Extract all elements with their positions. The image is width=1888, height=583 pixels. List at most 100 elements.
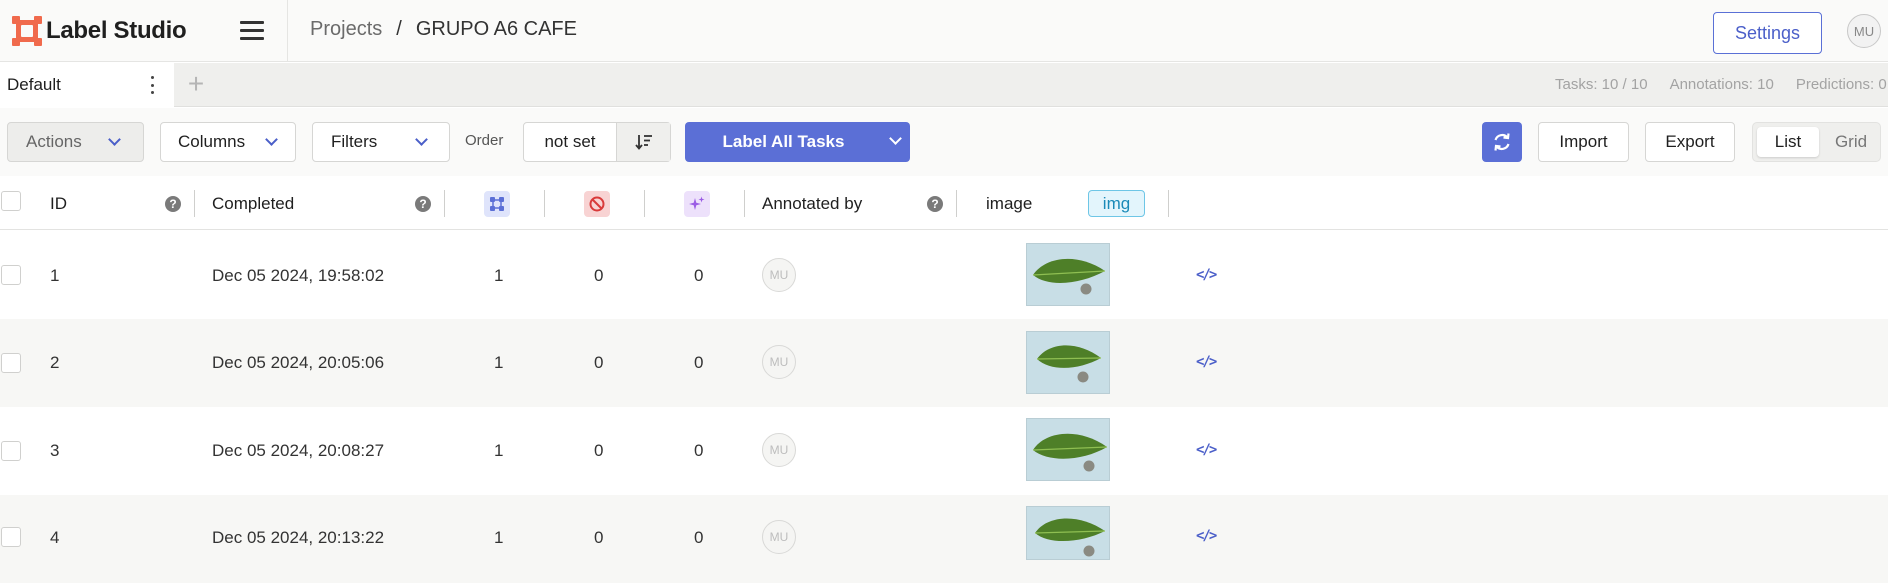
label-all-tasks-label: Label All Tasks xyxy=(722,132,845,151)
chevron-down-icon xyxy=(415,135,429,149)
annotator-avatar: MU xyxy=(762,433,796,467)
row-id: 2 xyxy=(50,353,60,372)
row-checkbox[interactable] xyxy=(1,353,21,373)
row-checkbox[interactable] xyxy=(1,441,21,461)
add-tab-plus-icon[interactable]: + xyxy=(184,67,208,101)
list-view-button[interactable]: List xyxy=(1757,127,1819,157)
breadcrumb-projects-link[interactable]: Projects xyxy=(310,18,382,41)
source-code-icon[interactable]: </> xyxy=(1196,442,1217,458)
row-cancelled-count: 0 xyxy=(594,441,604,460)
settings-button[interactable]: Settings xyxy=(1713,12,1822,54)
breadcrumb-project-name[interactable]: GRUPO A6 CAFE xyxy=(416,18,577,41)
top-bar: Label Studio Projects / GRUPO A6 CAFE Se… xyxy=(0,0,1888,62)
row-checkbox[interactable] xyxy=(1,265,21,285)
row-checkbox[interactable] xyxy=(1,527,21,547)
tab-label: Default xyxy=(7,75,61,94)
row-predictions-count: 0 xyxy=(694,353,704,372)
table-row[interactable]: 4 Dec 05 2024, 20:13:22 1 0 0 MU </> xyxy=(0,495,1888,583)
image-type-badge: img xyxy=(1088,190,1145,217)
row-completed: Dec 05 2024, 20:13:22 xyxy=(212,528,385,547)
tasks-count: Tasks: 10 / 10 xyxy=(1555,76,1648,93)
row-annotations-count: 1 xyxy=(494,528,504,547)
label-studio-logo-icon xyxy=(12,16,42,46)
columns-label: Columns xyxy=(178,132,246,151)
chevron-down-icon xyxy=(108,135,122,149)
row-completed: Dec 05 2024, 20:08:27 xyxy=(212,441,385,460)
column-header-id[interactable]: ID xyxy=(50,177,67,230)
select-all-checkbox[interactable] xyxy=(1,191,21,211)
table-row[interactable]: 3 Dec 05 2024, 20:08:27 1 0 0 MU </> xyxy=(0,407,1888,495)
row-predictions-count: 0 xyxy=(694,528,704,547)
task-image-thumbnail[interactable] xyxy=(1026,418,1110,481)
filters-dropdown[interactable]: Filters xyxy=(312,122,450,162)
help-icon[interactable]: ? xyxy=(927,196,943,212)
column-header-image[interactable]: image xyxy=(986,177,1032,230)
source-code-icon[interactable]: </> xyxy=(1196,528,1217,544)
task-image-thumbnail[interactable] xyxy=(1026,331,1110,394)
toolbar: Actions Columns Filters Order not set La… xyxy=(0,108,1888,176)
app-name: Label Studio xyxy=(46,17,187,44)
column-divider[interactable] xyxy=(544,190,545,217)
row-annotations-count: 1 xyxy=(494,441,504,460)
column-divider[interactable] xyxy=(194,190,195,217)
column-divider[interactable] xyxy=(956,190,957,217)
column-divider[interactable] xyxy=(444,190,445,217)
order-control: not set xyxy=(523,122,671,162)
cancelled-icon[interactable] xyxy=(584,191,610,217)
row-predictions-count: 0 xyxy=(694,441,704,460)
user-avatar[interactable]: MU xyxy=(1847,14,1881,48)
column-divider[interactable] xyxy=(1168,190,1169,217)
column-header-completed[interactable]: Completed xyxy=(212,177,294,230)
row-cancelled-count: 0 xyxy=(594,353,604,372)
annotations-icon[interactable] xyxy=(484,191,510,217)
source-code-icon[interactable]: </> xyxy=(1196,354,1217,370)
chevron-down-icon xyxy=(265,135,279,149)
grid-view-button[interactable]: Grid xyxy=(1823,127,1879,157)
source-code-icon[interactable]: </> xyxy=(1196,267,1217,283)
table-header: ID ? Completed ? Annotated by ? image im… xyxy=(0,177,1888,230)
refresh-button[interactable] xyxy=(1482,122,1522,162)
task-image-thumbnail[interactable] xyxy=(1026,506,1110,560)
label-all-tasks-button[interactable]: Label All Tasks xyxy=(685,122,910,162)
order-label: Order xyxy=(465,132,504,149)
export-button[interactable]: Export xyxy=(1645,122,1735,162)
annotator-avatar: MU xyxy=(762,345,796,379)
app-logo[interactable]: Label Studio xyxy=(12,14,187,48)
row-predictions-count: 0 xyxy=(694,266,704,285)
help-icon[interactable]: ? xyxy=(165,196,181,212)
import-button[interactable]: Import xyxy=(1538,122,1629,162)
tabs-bar: Default + Tasks: 10 / 10 Annotations: 10… xyxy=(0,63,1888,107)
row-annotations-count: 1 xyxy=(494,266,504,285)
predictions-count: Predictions: 0 xyxy=(1795,76,1887,93)
menu-hamburger-icon[interactable] xyxy=(240,20,264,40)
column-header-annotated-by[interactable]: Annotated by xyxy=(762,177,862,230)
view-toggle: List Grid xyxy=(1752,122,1881,162)
annotations-count: Annotations: 10 xyxy=(1669,76,1774,93)
annotator-avatar: MU xyxy=(762,258,796,292)
task-stats: Tasks: 10 / 10 Annotations: 10 Predictio… xyxy=(1555,76,1887,93)
task-image-thumbnail[interactable] xyxy=(1026,243,1110,306)
tab-default[interactable]: Default xyxy=(0,63,174,107)
table-row[interactable]: 1 Dec 05 2024, 19:58:02 1 0 0 MU </> xyxy=(0,231,1888,319)
filters-label: Filters xyxy=(331,132,378,151)
row-cancelled-count: 0 xyxy=(594,266,604,285)
predictions-icon[interactable] xyxy=(684,191,710,217)
actions-label: Actions xyxy=(26,132,82,151)
columns-dropdown[interactable]: Columns xyxy=(160,122,296,162)
refresh-icon xyxy=(1494,133,1510,151)
column-divider[interactable] xyxy=(644,190,645,217)
help-icon[interactable]: ? xyxy=(415,196,431,212)
actions-dropdown[interactable]: Actions xyxy=(7,122,144,162)
row-annotations-count: 1 xyxy=(494,353,504,372)
breadcrumb: Projects / GRUPO A6 CAFE xyxy=(310,18,577,41)
breadcrumb-separator: / xyxy=(396,18,402,40)
order-select[interactable]: not set xyxy=(524,123,617,161)
chevron-down-icon[interactable] xyxy=(889,134,903,148)
column-divider[interactable] xyxy=(744,190,745,217)
row-id: 4 xyxy=(50,528,60,547)
table-row[interactable]: 2 Dec 05 2024, 20:05:06 1 0 0 MU </> xyxy=(0,319,1888,407)
row-completed: Dec 05 2024, 20:05:06 xyxy=(212,353,385,372)
row-id: 1 xyxy=(50,266,60,285)
tab-options-icon[interactable] xyxy=(150,76,154,94)
sort-direction-icon[interactable] xyxy=(617,123,670,161)
